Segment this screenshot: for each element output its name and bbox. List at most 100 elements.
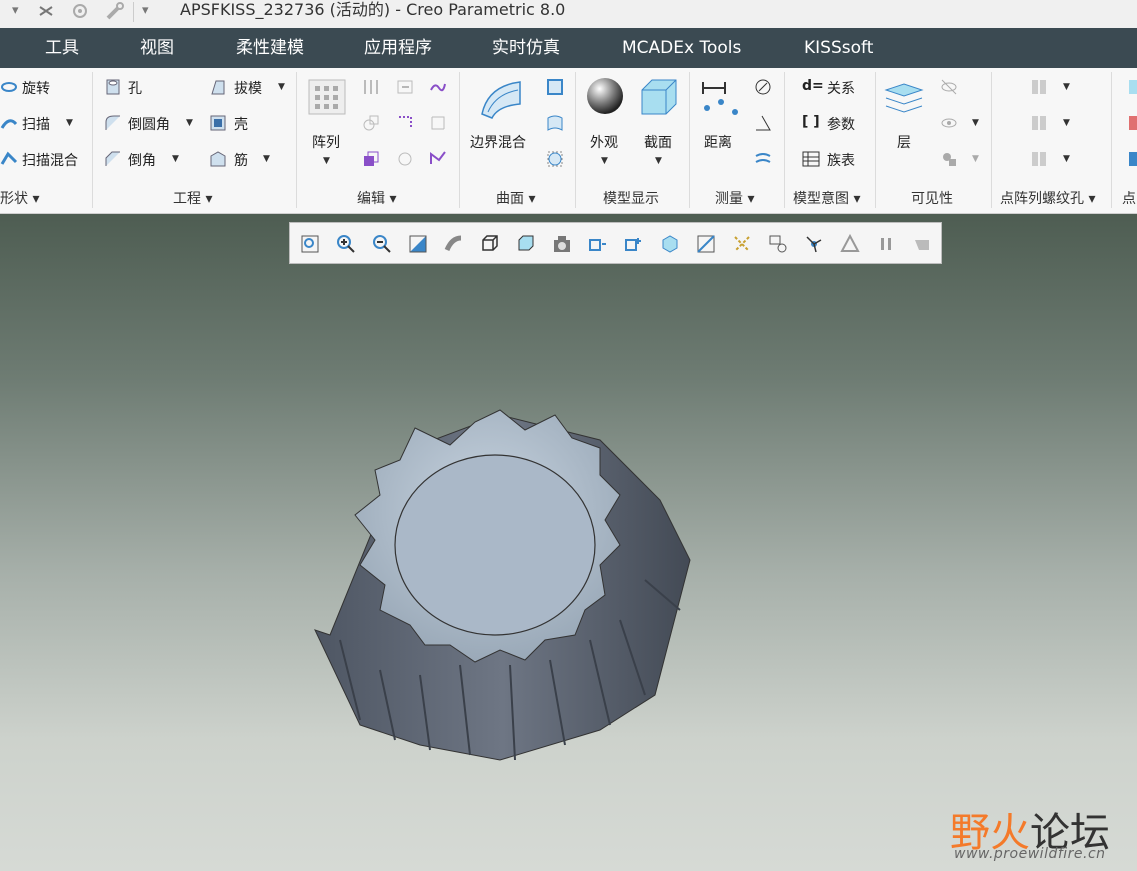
pattern-hole-icon[interactable]	[1030, 78, 1048, 96]
mirror-icon[interactable]	[362, 78, 380, 96]
simulation-icon[interactable]	[840, 234, 860, 254]
project-icon[interactable]	[429, 78, 447, 96]
chevron-down-icon[interactable]: ▼	[1063, 82, 1070, 92]
group-label-visibility[interactable]: 可见性	[911, 188, 953, 208]
trim-icon[interactable]	[396, 114, 414, 132]
point-display-icon[interactable]	[732, 234, 752, 254]
angle-icon[interactable]	[754, 114, 772, 132]
distance-measure-icon[interactable]	[699, 76, 741, 118]
pattern-icon[interactable]	[307, 78, 347, 116]
chevron-down-icon[interactable]: ▼	[1063, 118, 1070, 128]
layers-button[interactable]: 层	[897, 132, 911, 152]
tab-mcadex-tools[interactable]: MCADEx Tools	[622, 28, 741, 68]
saved-orientations-icon[interactable]	[480, 234, 500, 254]
chevron-down-icon[interactable]: ▼	[186, 118, 193, 128]
repaint-icon[interactable]	[408, 234, 428, 254]
point-icon[interactable]	[1127, 78, 1137, 96]
pattern-button[interactable]: 阵列	[312, 132, 340, 152]
draft-button[interactable]: 拔模	[234, 78, 262, 98]
group-label-point[interactable]: 点	[1122, 188, 1136, 208]
chevron-down-icon[interactable]: ▼	[278, 82, 285, 92]
appearance-sphere-icon[interactable]	[585, 76, 625, 116]
chevron-down-icon[interactable]: ▼	[601, 156, 608, 166]
distance-button[interactable]: 距离	[704, 132, 732, 152]
appearance-button[interactable]: 外观	[590, 132, 618, 152]
play-icon[interactable]	[912, 234, 932, 254]
group-label-surface[interactable]: 曲面 ▾	[496, 188, 535, 208]
chevron-down-icon[interactable]: ▼	[972, 154, 979, 164]
tools-wrench-icon[interactable]	[104, 2, 126, 20]
section-display-icon[interactable]	[696, 234, 716, 254]
pause-icon[interactable]	[876, 234, 896, 254]
group-label-model-intent[interactable]: 模型意图 ▾	[793, 188, 860, 208]
layers-icon[interactable]	[884, 80, 926, 116]
view-manager-icon[interactable]	[516, 234, 536, 254]
regenerate-gear-icon[interactable]	[70, 2, 90, 20]
chevron-down-icon[interactable]: ▼	[66, 118, 73, 128]
extend-icon[interactable]	[396, 78, 414, 96]
group-label-model-display[interactable]: 模型显示	[603, 188, 659, 208]
rib-button[interactable]: 筋	[234, 150, 248, 170]
tab-view[interactable]: 视图	[140, 28, 174, 68]
intersect-icon[interactable]	[362, 150, 380, 168]
datum-display-icon[interactable]	[588, 234, 608, 254]
chamfer-button[interactable]: 倒角	[128, 150, 156, 170]
chevron-down-icon[interactable]: ▼	[323, 156, 330, 166]
tab-flexible-modeling[interactable]: 柔性建模	[236, 28, 304, 68]
section-button[interactable]: 截面	[644, 132, 672, 152]
relations-button[interactable]: 关系	[827, 78, 855, 98]
appearance-icon[interactable]	[768, 234, 788, 254]
pattern-hole-icon[interactable]	[1030, 114, 1048, 132]
area-icon[interactable]	[754, 150, 772, 168]
group-label-edit[interactable]: 编辑 ▾	[357, 188, 396, 208]
boundary-blend-button[interactable]: 边界混合	[470, 132, 526, 152]
chevron-down-icon[interactable]: ▼	[263, 154, 270, 164]
freestyle-icon[interactable]	[546, 150, 564, 168]
round-button[interactable]: 倒圆角	[128, 114, 170, 134]
perspective-camera-icon[interactable]	[552, 234, 572, 254]
solidify-icon[interactable]	[396, 150, 414, 168]
point-icon[interactable]	[1127, 114, 1137, 132]
tab-tools[interactable]: 工具	[45, 28, 79, 68]
sweep-button[interactable]: 扫描	[22, 114, 50, 134]
chevron-down-icon[interactable]: ▼	[1063, 154, 1070, 164]
section-cube-icon[interactable]	[638, 76, 680, 118]
fill-icon[interactable]	[546, 78, 564, 96]
group-label-shape[interactable]: 形状 ▾	[0, 188, 39, 208]
tab-live-simulation[interactable]: 实时仿真	[492, 28, 560, 68]
offset-icon[interactable]	[429, 114, 447, 132]
status-icon[interactable]	[940, 150, 958, 168]
close-window-icon[interactable]	[38, 4, 54, 18]
dropdown-arrow-icon[interactable]: ▾	[12, 3, 19, 18]
gear-3d-model[interactable]	[300, 400, 710, 770]
thicken-icon[interactable]	[429, 150, 447, 168]
hide-icon[interactable]	[940, 78, 958, 96]
refit-icon[interactable]	[300, 234, 320, 254]
parameters-button[interactable]: 参数	[827, 114, 855, 134]
point-icon[interactable]	[1127, 150, 1137, 168]
chevron-down-icon[interactable]: ▼	[655, 156, 662, 166]
family-table-button[interactable]: 族表	[827, 150, 855, 170]
group-label-pattern-hole[interactable]: 点阵列螺纹孔 ▾	[1000, 188, 1095, 208]
tab-applications[interactable]: 应用程序	[364, 28, 432, 68]
group-label-engineering[interactable]: 工程 ▾	[173, 188, 212, 208]
zoom-out-icon[interactable]	[372, 234, 392, 254]
tab-kisssoft[interactable]: KISSsoft	[804, 28, 873, 68]
customize-arrow-icon[interactable]: ▾	[142, 3, 149, 18]
chevron-down-icon[interactable]: ▼	[172, 154, 179, 164]
revolve-button[interactable]: 旋转	[22, 78, 50, 98]
hole-button[interactable]: 孔	[128, 78, 142, 98]
pattern-hole-icon[interactable]	[1030, 150, 1048, 168]
show-icon[interactable]	[940, 114, 958, 132]
boundary-blend-icon[interactable]	[478, 76, 524, 120]
csys-icon[interactable]	[804, 234, 824, 254]
merge-icon[interactable]	[362, 114, 380, 132]
group-label-measure[interactable]: 测量 ▾	[715, 188, 754, 208]
zoom-in-icon[interactable]	[336, 234, 356, 254]
length-icon[interactable]	[754, 78, 772, 96]
spin-center-icon[interactable]	[624, 234, 644, 254]
shell-button[interactable]: 壳	[234, 114, 248, 134]
swept-blend-button[interactable]: 扫描混合	[22, 150, 78, 170]
style-icon[interactable]	[546, 114, 564, 132]
display-style-icon[interactable]	[444, 234, 464, 254]
